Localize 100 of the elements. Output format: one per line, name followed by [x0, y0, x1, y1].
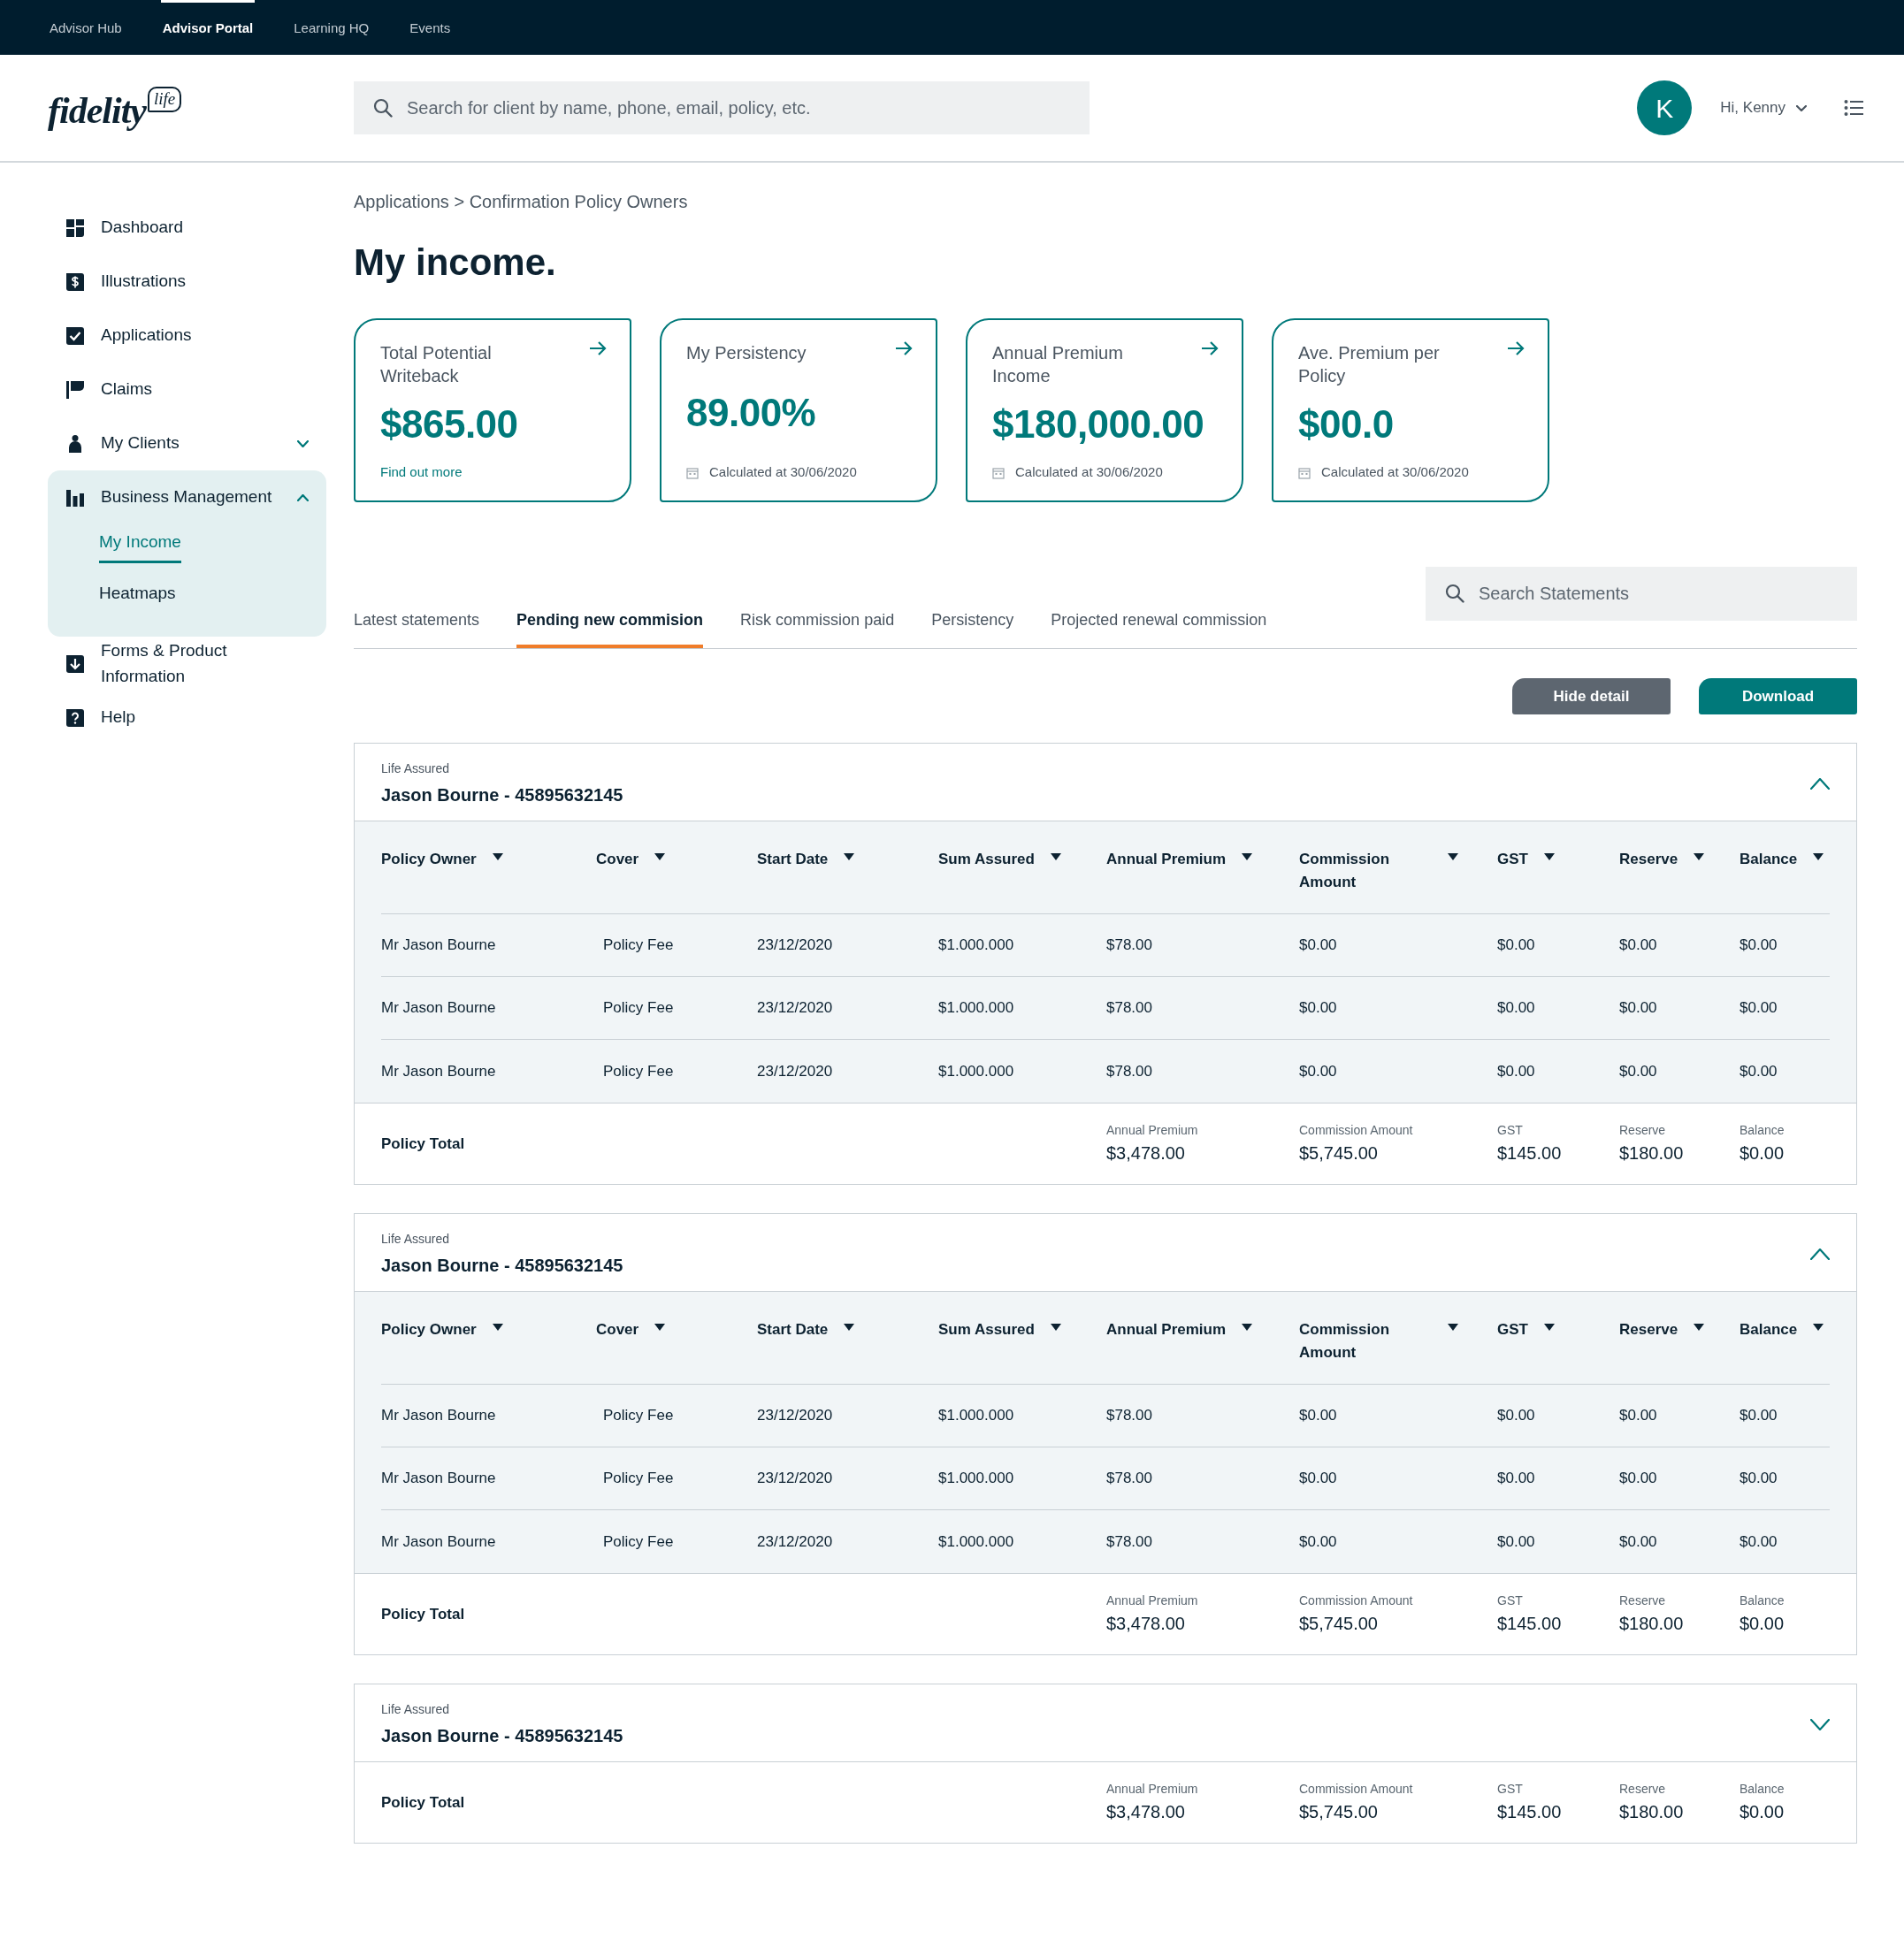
column-header[interactable]: Sum Assured	[938, 1318, 1106, 1341]
chevron-up-icon[interactable]	[1810, 1249, 1830, 1260]
submenu-item[interactable]: Heatmaps	[99, 575, 176, 614]
column-header[interactable]: Policy Owner	[381, 1318, 596, 1341]
total-label: Reserve	[1619, 1781, 1667, 1798]
sort-caret-icon[interactable]	[1242, 853, 1253, 860]
sort-caret-icon[interactable]	[654, 1324, 666, 1331]
sort-caret-icon[interactable]	[654, 853, 666, 860]
sort-caret-icon[interactable]	[1242, 1324, 1253, 1331]
column-header[interactable]: Start Date	[757, 1318, 938, 1341]
top-nav-link[interactable]: Events	[408, 0, 453, 55]
column-header[interactable]: Commission Amount	[1299, 1318, 1497, 1363]
sort-caret-icon[interactable]	[1543, 1324, 1555, 1331]
column-header[interactable]: GST	[1497, 848, 1619, 871]
column-header[interactable]: Annual Premium	[1106, 1318, 1299, 1341]
sort-caret-icon[interactable]	[492, 853, 503, 860]
tab[interactable]: Pending new commision	[516, 608, 704, 648]
user-menu-button[interactable]: Hi, Kenny	[1720, 96, 1807, 119]
total-label: Balance	[1740, 1781, 1785, 1798]
table-cell-text: $0.00	[1740, 1469, 1778, 1489]
life-assured-name: Jason Bourne - 45895632145	[381, 784, 623, 806]
avatar[interactable]: K	[1637, 80, 1693, 135]
column-header[interactable]: Reserve	[1619, 1318, 1740, 1341]
table-cell-text: $0.00	[1497, 1469, 1535, 1489]
sort-caret-icon[interactable]	[1813, 1324, 1824, 1331]
total-value: $180.00	[1619, 1613, 1685, 1635]
table-cell-text: Policy Fee	[602, 1061, 674, 1081]
table-cell-text: $0.00	[1299, 1531, 1337, 1552]
arrow-right-icon[interactable]	[1507, 341, 1525, 355]
column-header[interactable]: GST	[1497, 1318, 1619, 1341]
tab[interactable]: Persistency	[931, 608, 1014, 648]
menu-icon[interactable]	[1844, 99, 1863, 117]
hide-detail-button[interactable]: Hide detail	[1512, 678, 1671, 714]
total-value: $3,478.00	[1106, 1801, 1186, 1823]
sort-caret-icon[interactable]	[1694, 853, 1705, 860]
top-nav-link[interactable]: Learning HQ	[292, 0, 371, 55]
sidebar-item[interactable]: Applications	[48, 309, 326, 363]
sidebar-item[interactable]: My Clients	[48, 416, 326, 470]
sidebar-item[interactable]: Claims	[48, 363, 326, 416]
arrow-right-icon[interactable]	[589, 341, 607, 355]
download-icon	[65, 653, 85, 674]
chevron-down-icon[interactable]	[1796, 104, 1807, 111]
column-header[interactable]: Cover	[596, 848, 757, 871]
sort-caret-icon[interactable]	[1050, 853, 1061, 860]
table-cell-text: $0.00	[1497, 998, 1535, 1019]
tab[interactable]: Risk commission paid	[740, 608, 895, 648]
sort-caret-icon[interactable]	[1813, 853, 1824, 860]
chevron-down-icon[interactable]	[1810, 1719, 1830, 1730]
sidebar-item[interactable]: Business Management	[48, 470, 326, 524]
table-cell-text: $0.00	[1619, 998, 1657, 1019]
column-header[interactable]: Policy Owner	[381, 848, 596, 871]
sort-caret-icon[interactable]	[844, 1324, 855, 1331]
total-value: $3,478.00	[1106, 1142, 1186, 1165]
chevron-up-icon[interactable]	[297, 493, 309, 501]
total-value: $145.00	[1497, 1613, 1563, 1635]
total-value: $180.00	[1619, 1801, 1685, 1823]
column-header[interactable]: Reserve	[1619, 848, 1740, 871]
column-header[interactable]: Commission Amount	[1299, 848, 1497, 893]
help-icon	[65, 707, 85, 728]
sort-caret-icon[interactable]	[1448, 1324, 1458, 1331]
sort-caret-icon[interactable]	[1050, 1324, 1061, 1331]
column-header[interactable]: Cover	[596, 1318, 757, 1341]
tab[interactable]: Latest statements	[354, 608, 480, 648]
table-cell-text: 23/12/2020	[757, 1406, 833, 1426]
arrow-right-icon[interactable]	[1201, 341, 1219, 355]
sidebar-item[interactable]: Forms & Product Information	[48, 637, 326, 691]
sidebar-item[interactable]: Dashboard	[48, 201, 326, 255]
table-cell-text: Mr Jason Bourne	[381, 1531, 496, 1552]
sort-caret-icon[interactable]	[1694, 1324, 1705, 1331]
top-nav-link[interactable]: Advisor Hub	[48, 0, 124, 55]
column-header[interactable]: Start Date	[757, 848, 938, 871]
sidebar-item[interactable]: Illustrations	[48, 255, 326, 309]
table-cell-text: $1.000.000	[938, 1406, 1014, 1426]
download-button[interactable]: Download	[1699, 678, 1857, 714]
total-label: GST	[1497, 1122, 1524, 1139]
logo-text: fidelity	[48, 92, 146, 129]
table-cell-text: $0.00	[1497, 935, 1535, 956]
total-label: Commission Amount	[1299, 1781, 1414, 1798]
chevron-down-icon[interactable]	[297, 439, 309, 447]
column-header[interactable]: Balance	[1740, 1318, 1830, 1341]
find-out-more-link[interactable]: Find out more	[380, 462, 463, 483]
sort-caret-icon[interactable]	[1448, 853, 1458, 860]
total-value: $0.00	[1740, 1142, 1785, 1165]
card-value: $865.00	[380, 401, 519, 448]
chevron-up-icon[interactable]	[1810, 778, 1830, 790]
total-label: GST	[1497, 1592, 1524, 1609]
top-nav-link[interactable]: Advisor Portal	[160, 0, 256, 55]
column-header[interactable]: Annual Premium	[1106, 848, 1299, 871]
sort-caret-icon[interactable]	[1543, 853, 1555, 860]
sidebar-item[interactable]: Help	[48, 691, 326, 745]
submenu-item[interactable]: My Income	[99, 524, 181, 563]
sort-caret-icon[interactable]	[844, 853, 855, 860]
arrow-right-icon[interactable]	[895, 341, 913, 355]
column-header[interactable]: Sum Assured	[938, 848, 1106, 871]
search-field[interactable]: Search for client by name, phone, email, policy, etc.	[354, 81, 1090, 134]
column-header[interactable]: Balance	[1740, 848, 1830, 871]
statement-search-field[interactable]: Search Statements	[1426, 567, 1857, 621]
sort-caret-icon[interactable]	[492, 1324, 503, 1331]
total-value: $5,745.00	[1299, 1613, 1379, 1635]
tab[interactable]: Projected renewal commission	[1051, 608, 1267, 648]
